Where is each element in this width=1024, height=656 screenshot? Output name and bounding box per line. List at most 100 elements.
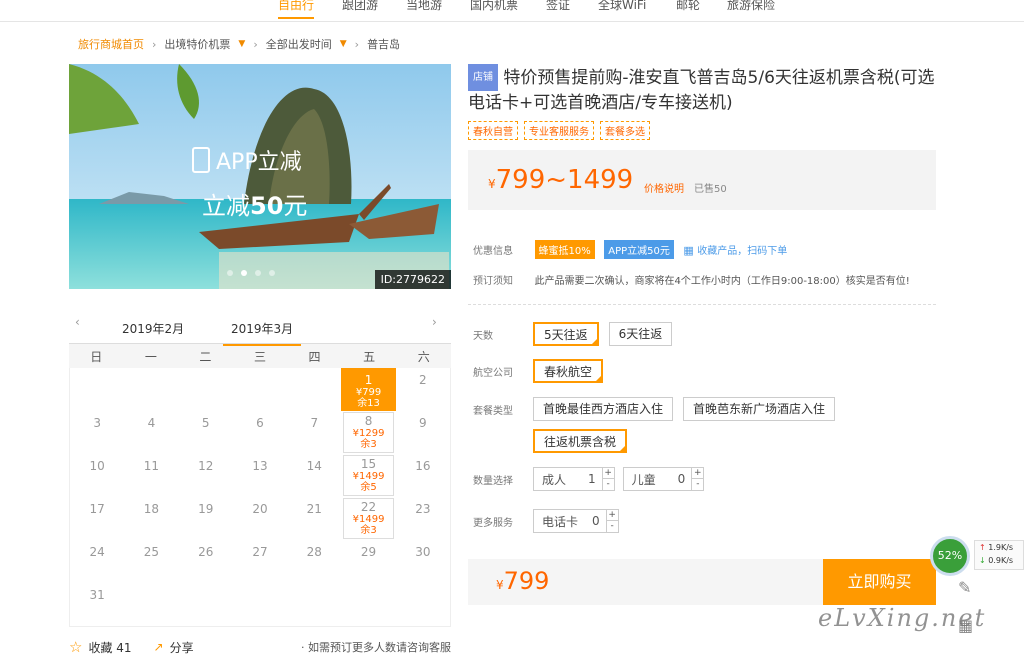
download-arrow-icon: ↓ — [979, 556, 986, 565]
calendar-day[interactable]: 15 ¥1499 余5 — [343, 455, 394, 496]
hero-headline: APP立减 — [192, 144, 302, 176]
nav-item-wifi[interactable]: 全球WiFi — [598, 0, 646, 13]
calendar-day — [233, 368, 287, 411]
nav-item-free-travel[interactable]: 自由行 — [278, 0, 315, 19]
calendar-day[interactable]: 8 ¥1299 余3 — [343, 412, 394, 453]
day-price: ¥799 — [355, 387, 382, 398]
increment-icon[interactable]: + — [606, 510, 618, 521]
carousel-dot[interactable] — [255, 270, 261, 276]
quantity-row: 数量选择 成人 1 + - 儿童 0 + - — [473, 467, 705, 491]
package-row-2: 往返机票含税 — [533, 429, 628, 453]
caret-down-icon[interactable]: ▼ — [238, 39, 245, 49]
next-month-icon[interactable]: › — [432, 315, 437, 329]
calendar-day: 13 — [233, 454, 287, 497]
carousel-dot[interactable] — [269, 270, 275, 276]
day-number: 26 — [198, 545, 214, 559]
nav-item-visa[interactable]: 签证 — [546, 0, 570, 13]
consult-note[interactable]: · 如需预订更多人数请咨询客服 — [301, 639, 451, 655]
option-package-ticket-tax[interactable]: 往返机票含税 — [533, 429, 628, 453]
calendar-day: 31 — [70, 583, 124, 626]
hero-line2-unit: 元 — [283, 192, 308, 220]
option-5-days[interactable]: 5天往返 — [533, 322, 599, 346]
share-link[interactable]: 分享 — [170, 639, 194, 656]
option-airline[interactable]: 春秋航空 — [533, 359, 604, 383]
adult-stepper[interactable]: 成人 1 + - — [533, 467, 615, 491]
option-package-patong[interactable]: 首晚芭东新广场酒店入住 — [683, 397, 836, 421]
tab-prev-month[interactable]: 2019年2月 — [122, 320, 184, 337]
calendar-day: 3 — [70, 411, 124, 454]
phone-icon — [192, 147, 210, 173]
product-title: 店铺 特价预售提前购-淮安直飞普吉岛5/6天往返机票含税(可选电话卡+可选首晚酒… — [468, 64, 936, 116]
calendar-day — [179, 368, 233, 411]
more-service-row: 更多服务 电话卡 0 + - — [473, 509, 619, 533]
adult-value[interactable]: 1 — [574, 472, 602, 486]
child-stepper[interactable]: 儿童 0 + - — [622, 467, 705, 491]
qr-icon[interactable]: ▦ — [683, 244, 693, 257]
calendar-day: 7 — [287, 411, 341, 454]
promo-row: 优惠信息 蜂蜜抵10% APP立减50元 ▦ 收藏产品，扫码下单 — [473, 240, 787, 259]
breadcrumb-level2[interactable]: 全部出发时间 — [266, 36, 332, 52]
tab-current-month[interactable]: 2019年3月 — [223, 320, 302, 346]
increment-icon[interactable]: + — [692, 468, 704, 479]
calendar-day[interactable]: 1 ¥799 余13 — [341, 368, 396, 411]
calendar-day: 28 — [287, 540, 341, 583]
increment-icon[interactable]: + — [602, 468, 614, 479]
prev-month-icon[interactable]: ‹ — [75, 315, 80, 329]
hero-line2-pre: 立减 — [202, 192, 250, 220]
action-footer: ☆ 收藏 41 ↗ 分享 · 如需预订更多人数请咨询客服 — [69, 638, 451, 656]
pencil-icon[interactable]: ✎ — [958, 578, 971, 597]
option-6-days[interactable]: 6天往返 — [608, 322, 673, 346]
weekday-label: 二 — [199, 349, 212, 364]
day-number: 29 — [360, 545, 377, 559]
calendar-day[interactable]: 22 ¥1499 余3 — [343, 498, 394, 539]
nav-item-insurance[interactable]: 旅游保险 — [727, 0, 775, 13]
day-number: 21 — [306, 502, 322, 516]
option-package-bestwestern[interactable]: 首晚最佳西方酒店入住 — [533, 397, 674, 421]
child-value[interactable]: 0 — [664, 472, 692, 486]
calendar-day: 11 — [124, 454, 178, 497]
sold-count: 已售50 — [694, 184, 727, 195]
buy-now-button[interactable]: 立即购买 — [823, 559, 936, 605]
calendar-day: 21 — [287, 497, 341, 540]
breadcrumb-home[interactable]: 旅行商城首页 — [78, 36, 144, 52]
star-icon[interactable]: ☆ — [69, 638, 82, 656]
day-number: 5 — [201, 416, 210, 430]
day-number: 15 — [360, 457, 377, 471]
top-nav: 自由行 跟团游 当地游 国内机票 签证 全球WiFi 邮轮 旅游保险 — [0, 0, 1024, 22]
collect-link[interactable]: 收藏产品，扫码下单 — [697, 246, 787, 257]
calendar-day: 5 — [179, 411, 233, 454]
favorite-count[interactable]: 收藏 41 — [88, 639, 131, 656]
phonecard-value[interactable]: 0 — [586, 514, 606, 528]
day-number: 28 — [306, 545, 322, 559]
calendar-day: 14 — [287, 454, 341, 497]
nav-item-local-tour[interactable]: 当地游 — [406, 0, 442, 13]
chevron-right-icon: › — [354, 37, 360, 51]
nav-item-cruise[interactable]: 邮轮 — [676, 0, 700, 13]
nav-item-group-tour[interactable]: 跟团游 — [342, 0, 378, 13]
price-explain-link[interactable]: 价格说明 — [644, 180, 684, 195]
decrement-icon[interactable]: - — [603, 479, 614, 490]
day-number: 20 — [252, 502, 268, 516]
caret-down-icon[interactable]: ▼ — [340, 39, 347, 49]
day-remaining: 余3 — [360, 439, 377, 450]
carousel-dot[interactable] — [227, 270, 233, 276]
child-label: 儿童 — [631, 472, 656, 487]
phonecard-stepper[interactable]: 电话卡 0 + - — [533, 509, 619, 533]
share-icon[interactable]: ↗ — [154, 640, 164, 654]
divider — [468, 304, 936, 305]
calendar-day — [70, 368, 124, 411]
product-image[interactable]: APP立减 立减50元 ID:2779622 — [69, 64, 451, 289]
days-row: 天数 5天往返 6天往返 — [473, 322, 673, 346]
day-number: 13 — [252, 459, 268, 473]
network-monitor[interactable]: 52% ↑ 1.9K/s ↓ 0.9K/s — [930, 536, 1024, 576]
notice-label: 预订须知 — [473, 276, 513, 287]
decrement-icon[interactable]: - — [692, 479, 703, 490]
phonecard-label: 电话卡 — [542, 514, 579, 529]
calendar-day: 18 — [124, 497, 178, 540]
breadcrumb-level1[interactable]: 出境特价机票 — [164, 36, 230, 52]
decrement-icon[interactable]: - — [607, 521, 618, 532]
shop-tag: 店铺 — [468, 64, 498, 91]
carousel-dot[interactable] — [241, 270, 247, 276]
calendar-day: 30 — [396, 540, 450, 583]
nav-item-domestic-flight[interactable]: 国内机票 — [470, 0, 518, 13]
